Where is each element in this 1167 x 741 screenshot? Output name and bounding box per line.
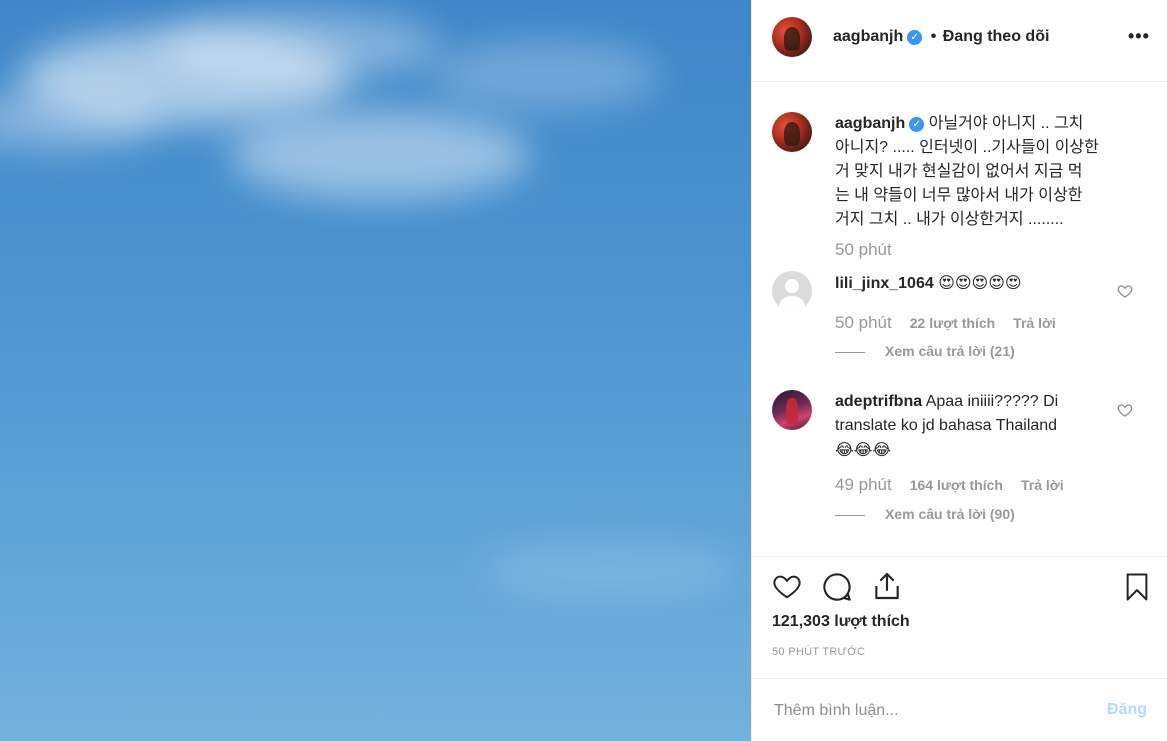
post-side-panel: aagbanjh ✓ • Đang theo dõi ••• aagbanjh ✓ … [751,0,1167,741]
divider-line [835,351,865,353]
comment-likes[interactable]: 164 lượt thích [910,477,1003,493]
verified-badge-icon: ✓ [907,30,923,45]
caption: aagbanjh ✓ 아닐거야 아니지 .. 그치 아니지? ..... 인터넷이… [835,112,1155,232]
author-username[interactable]: aagbanjh [833,28,903,45]
caption-text: 아닐거야 아니지 .. 그치 [928,115,1084,132]
comment-icon[interactable] [821,571,853,603]
more-options-icon[interactable]: ••• [1128,27,1150,45]
separator-dot: • [930,28,937,45]
view-replies-label: Xem câu trả lời (90) [885,506,1015,522]
comment-time[interactable]: 50 phút [835,313,892,332]
post-header: aagbanjh ✓ • Đang theo dõi ••• [752,0,1167,82]
caption-time[interactable]: 50 phút [835,240,892,259]
following-button[interactable]: Đang theo dõi [943,28,1050,45]
comment-line: translate ko jd bahasa Thailand [835,417,1058,434]
view-replies-label: Xem câu trả lời (21) [885,343,1015,359]
cloud [160,10,440,80]
comment-input[interactable] [772,697,1096,725]
share-icon[interactable] [871,570,903,602]
commenter-avatar[interactable] [772,390,812,430]
heart-icon[interactable] [1117,402,1133,418]
comment: adeptrifbna Apaa iniiii????? Di translat… [835,390,1115,462]
caption-line: 는 내 약들이 너무 많아서 내가 이상한 [835,187,1083,204]
comment-text: Apaa iniiii????? Di [925,393,1059,410]
caption-line: aagbanjh ✓ 아닐거야 아니지 .. 그치 [835,112,1155,136]
caption-avatar[interactable] [772,112,812,152]
comment-username[interactable]: lili_jinx_1064 [835,275,934,292]
comment-meta: 50 phút 22 lượt thích Trả lời [835,313,1074,333]
action-bar [752,556,1167,557]
view-replies-button[interactable]: Xem câu trả lời (90) [835,506,1015,522]
comment-username[interactable]: adeptrifbna [835,393,922,410]
heart-icon[interactable] [1117,283,1133,299]
caption-username[interactable]: aagbanjh [835,115,905,132]
header-user-line: aagbanjh ✓ • Đang theo dõi [833,28,1049,46]
heart-icon[interactable] [771,571,803,601]
comment-likes[interactable]: 22 lượt thích [910,315,995,331]
commenter-avatar[interactable] [772,271,812,311]
caption-line: 거 맞지 내가 현실감이 없어서 지금 먹 [835,163,1083,180]
comment: lili_jinx_1064 😍😍😍😍😍 [835,271,1115,296]
verified-badge-icon: ✓ [909,117,925,132]
divider-line [835,514,865,516]
post-comment-button[interactable]: Đăng [1107,701,1147,719]
comment-line: 😂😂😂 [835,440,892,459]
post-time[interactable]: 50 PHÚT TRƯỚC [772,646,865,658]
comment-time[interactable]: 49 phút [835,475,892,494]
reply-button[interactable]: Trả lời [1021,477,1064,493]
post-photo[interactable] [0,0,751,741]
comment-meta: 49 phút 164 lượt thích Trả lời [835,475,1082,495]
cloud [430,40,660,110]
likes-count[interactable]: 121,303 lượt thích [772,613,910,631]
cloud [230,110,530,200]
comment-text: 😍😍😍😍😍 [938,273,1022,292]
comment-line: adeptrifbna Apaa iniiii????? Di [835,390,1115,414]
bookmark-icon[interactable] [1122,571,1152,603]
caption-meta: 50 phút [835,240,910,260]
caption-line: 아니지? ..... 인터넷이 ..기사들이 이상한 [835,139,1099,156]
caption-line: 거지 그치 .. 내가 이상한거지 ........ [835,211,1064,228]
cloud [480,540,740,600]
add-comment-bar: Đăng [752,678,1167,741]
author-avatar[interactable] [772,17,812,57]
reply-button[interactable]: Trả lời [1013,315,1056,331]
view-replies-button[interactable]: Xem câu trả lời (21) [835,343,1015,359]
